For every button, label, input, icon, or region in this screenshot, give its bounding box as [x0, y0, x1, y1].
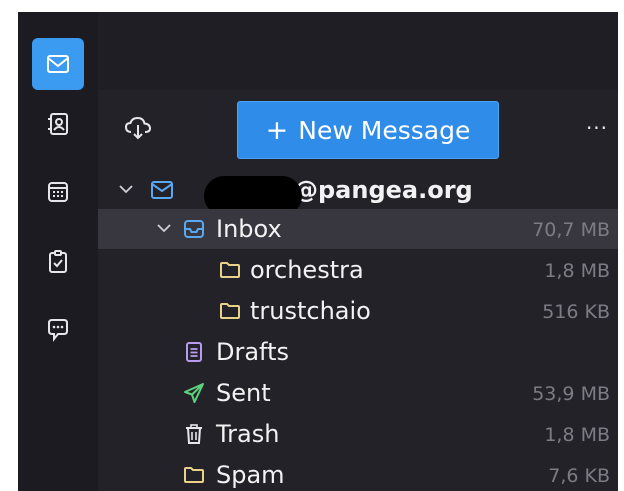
spaces-toolbar [18, 12, 98, 491]
chat-space-button[interactable] [32, 304, 84, 356]
cloud-download-icon [124, 116, 152, 140]
chevron-down-icon[interactable] [156, 220, 172, 236]
folder-label: trustchaio [250, 297, 371, 325]
new-message-button[interactable]: + New Message [237, 101, 499, 159]
drafts-icon [186, 342, 202, 362]
tab-bar-area [98, 12, 618, 90]
folder-row-inbox[interactable]: Inbox 70,7 MB [98, 209, 618, 249]
address-book-icon [48, 113, 68, 135]
folder-label: Trash [216, 420, 280, 448]
plus-icon: + [265, 114, 289, 146]
folder-pane: + New Message ··· @pangea.org Inbox 70,7… [98, 12, 618, 491]
folder-label: orchestra [250, 256, 364, 284]
folder-label: Drafts [216, 338, 289, 366]
sent-icon [184, 383, 204, 403]
trash-icon [186, 424, 202, 444]
more-options-button[interactable]: ··· [582, 116, 612, 140]
address-book-space-button[interactable] [32, 98, 84, 150]
get-messages-button[interactable] [118, 108, 158, 148]
folder-row-trustchaio[interactable]: trustchaio 516 KB [98, 291, 618, 331]
folder-row-trash[interactable]: Trash 1,8 MB [98, 414, 618, 454]
account-row[interactable]: @pangea.org [98, 170, 618, 210]
folder-label: Sent [216, 379, 271, 407]
folder-size: 516 KB [542, 301, 610, 323]
folder-size: 1,8 MB [544, 424, 610, 446]
calendar-space-button[interactable] [32, 166, 84, 218]
folder-row-spam[interactable]: Spam 7,6 KB [98, 455, 618, 491]
tasks-space-button[interactable] [32, 236, 84, 288]
mail-space-button[interactable] [32, 38, 84, 90]
account-email: @pangea.org [294, 176, 473, 204]
folder-row-orchestra[interactable]: orchestra 1,8 MB [98, 250, 618, 290]
folder-label: Inbox [216, 215, 282, 243]
folder-row-drafts[interactable]: Drafts [98, 332, 618, 372]
new-message-label: New Message [298, 115, 471, 145]
folder-row-sent[interactable]: Sent 53,9 MB [98, 373, 618, 413]
folder-size: 53,9 MB [532, 383, 610, 405]
folder-size: 7,6 KB [548, 465, 610, 487]
chat-icon [48, 319, 68, 342]
account-mail-icon [151, 181, 173, 199]
folder-icon [220, 262, 240, 278]
folder-icon [184, 467, 204, 483]
folder-size: 1,8 MB [544, 260, 610, 282]
chevron-down-icon[interactable] [118, 181, 134, 197]
calendar-icon [48, 182, 68, 202]
mail-icon [47, 55, 69, 73]
folder-icon [220, 303, 240, 319]
tasks-icon [49, 250, 67, 273]
folder-size: 70,7 MB [532, 219, 610, 241]
inbox-icon [184, 220, 204, 238]
thunderbird-window: + New Message ··· @pangea.org Inbox 70,7… [18, 12, 618, 491]
folder-label: Spam [216, 461, 285, 489]
